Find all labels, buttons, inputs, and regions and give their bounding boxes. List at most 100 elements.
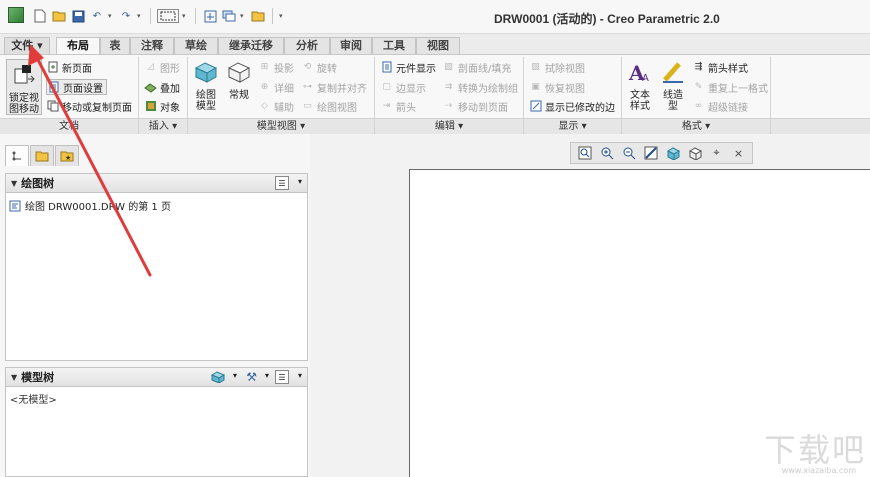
close-window-icon[interactable]	[250, 8, 266, 24]
regenerate-icon[interactable]	[202, 8, 218, 24]
tab-annotate[interactable]: 注释	[130, 37, 174, 54]
tab-layout[interactable]: 布局	[56, 37, 100, 55]
customize-qat-icon[interactable]: ▾	[279, 12, 286, 20]
tab-favorites-icon[interactable]: ★	[55, 145, 79, 166]
repaint-icon[interactable]	[640, 144, 661, 162]
lock-view-movement-button[interactable]: 锁定视 图移动	[6, 59, 42, 115]
model-tree-title: 模型树	[21, 371, 55, 384]
auxiliary-view-icon: ◇	[261, 101, 268, 111]
model-tree-settings-icon[interactable]: ☰	[275, 370, 289, 384]
general-view-button[interactable]: 常规	[224, 59, 254, 101]
drawing-tree-header[interactable]: ▼ 绘图树 ☰ ▾	[5, 173, 308, 193]
drawing-view-button[interactable]: ▭ 绘图视图	[301, 98, 357, 114]
tab-folder-browser-icon[interactable]	[30, 145, 54, 166]
model-tree-tools-dropdown-icon[interactable]: ▾	[265, 371, 269, 380]
model-display-icon[interactable]	[210, 371, 226, 384]
zoom-in-icon[interactable]	[596, 144, 617, 162]
section-fill-button[interactable]: ▨ 剖面线/填充	[442, 59, 511, 75]
erase-view-button[interactable]: ▧ 拭除视图	[529, 59, 585, 75]
tab-model-tree-icon[interactable]	[5, 145, 29, 166]
tab-sketch[interactable]: 草绘	[174, 37, 218, 54]
tab-view[interactable]: 视图	[416, 37, 460, 54]
move-copy-page-label: 移动或复制页面	[62, 102, 132, 114]
tab-analysis[interactable]: 分析	[284, 37, 330, 54]
app-icon[interactable]	[8, 7, 24, 23]
shape-label: 图形	[160, 63, 180, 75]
repeat-format-button[interactable]: ✎ 重复上一格式	[692, 79, 768, 95]
detail-view-button[interactable]: ⊕ 详细	[258, 79, 294, 95]
model-tree-tools-icon[interactable]: ⚒	[246, 370, 257, 384]
group-edit-footer: 编辑 ▾	[375, 118, 523, 134]
group-model-views-footer: 模型视图 ▾	[188, 118, 374, 134]
collapse-triangle-icon[interactable]: ▼	[11, 373, 17, 382]
hyperlink-button[interactable]: ∞ 超级链接	[692, 98, 748, 114]
windows-dropdown-icon[interactable]: ▾	[240, 12, 247, 20]
select-dropdown-icon[interactable]: ▾	[182, 12, 189, 20]
drawing-model-label-1: 绘图	[196, 90, 216, 101]
redo-dropdown-icon[interactable]: ▾	[137, 12, 144, 20]
quick-access-toolbar: ↶ ▾ ↷ ▾ ▾ ▾ ▾	[32, 6, 286, 26]
resume-view-button[interactable]: ▣ 恢复视图	[529, 79, 585, 95]
tab-tools[interactable]: 工具	[372, 37, 416, 54]
windows-icon[interactable]	[221, 8, 237, 24]
tab-legacy-migration[interactable]: 继承迁移	[218, 37, 284, 54]
save-icon[interactable]	[70, 8, 86, 24]
zoom-out-icon[interactable]	[618, 144, 639, 162]
display-style-icon[interactable]	[662, 144, 683, 162]
watermark-url: www.xiazaiba.com	[781, 466, 856, 475]
collapse-triangle-icon[interactable]: ▼	[11, 179, 17, 188]
select-box-icon[interactable]	[157, 9, 179, 23]
revolve-view-button[interactable]: ⟲ 旋转	[301, 59, 337, 75]
page-setup-button[interactable]: 页面设置	[46, 79, 107, 95]
arrow-style-icon: ⇶	[694, 62, 703, 72]
datum-display-icon[interactable]: ⨯	[728, 144, 749, 162]
move-copy-page-button[interactable]: 移动或复制页面	[46, 98, 132, 114]
page-setup-icon	[47, 81, 60, 94]
undo-dropdown-icon[interactable]: ▾	[108, 12, 115, 20]
edge-display-button[interactable]: ▢ 边显示	[380, 79, 426, 95]
redo-icon[interactable]: ↷	[118, 8, 134, 24]
shape-button[interactable]: ◿ 图形	[144, 59, 180, 75]
undo-icon[interactable]: ↶	[89, 8, 105, 24]
text-style-button[interactable]: AA 文本 样式	[625, 59, 655, 112]
arrow-button[interactable]: ⇥ 箭头	[380, 98, 416, 114]
watermark-logo: 下载吧	[763, 431, 866, 469]
new-file-icon[interactable]	[32, 8, 48, 24]
move-to-page-button[interactable]: ⇢ 移动到页面	[442, 98, 508, 114]
auxiliary-view-button[interactable]: ◇ 辅助	[258, 98, 294, 114]
hyperlink-label: 超级链接	[708, 102, 748, 114]
arrow-style-button[interactable]: ⇶ 箭头样式	[692, 59, 748, 75]
arrow-icon: ⇥	[382, 101, 391, 111]
show-modified-edges-icon	[529, 100, 542, 113]
repeat-format-label: 重复上一格式	[708, 83, 768, 95]
tab-table[interactable]: 表	[100, 37, 130, 54]
element-display-button[interactable]: 元件显示	[380, 59, 436, 75]
overlay-button[interactable]: 叠加	[144, 79, 180, 95]
graphics-area[interactable]: ⌖ ⨯ 下载吧 www.xiazaiba.com	[310, 134, 870, 477]
drawing-model-icon	[194, 62, 218, 83]
copy-align-button[interactable]: ⊶ 复制并对齐	[301, 79, 367, 95]
tab-review[interactable]: 审阅	[330, 37, 372, 54]
saved-orientations-icon[interactable]	[684, 144, 705, 162]
refit-icon[interactable]	[574, 144, 595, 162]
annotation-display-icon[interactable]: ⌖	[706, 144, 727, 162]
line-style-button[interactable]: 线造 型	[659, 59, 687, 112]
model-tree-settings-dropdown-icon[interactable]: ▾	[298, 371, 302, 380]
model-tree-empty-text: <无模型>	[10, 395, 57, 406]
new-page-button[interactable]: 新页面	[46, 59, 92, 75]
object-button[interactable]: 对象	[144, 98, 180, 114]
projection-button[interactable]: ⊞ 投影	[258, 59, 294, 75]
drawing-model-button[interactable]: 绘图 模型	[190, 59, 222, 112]
show-modified-edges-button[interactable]: 显示已修改的边	[529, 98, 615, 114]
drawing-tree-item[interactable]: 绘图 DRW0001.DRW 的第 1 页	[9, 198, 171, 213]
model-tree-header[interactable]: ▼ 模型树 ▾ ⚒ ▾ ☰ ▾	[5, 367, 308, 387]
projection-label: 投影	[274, 63, 294, 75]
revolve-view-icon: ⟲	[303, 62, 312, 72]
tree-settings-icon[interactable]: ☰	[275, 176, 289, 190]
tree-settings-dropdown-icon[interactable]: ▾	[298, 177, 302, 186]
tab-file[interactable]: 文件 ▾	[4, 37, 50, 54]
convert-to-draft-group-button[interactable]: ⇉ 转换为绘制组	[442, 79, 518, 95]
svg-text:★: ★	[65, 154, 71, 162]
model-display-dropdown-icon[interactable]: ▾	[233, 371, 237, 380]
open-folder-icon[interactable]	[51, 8, 67, 24]
